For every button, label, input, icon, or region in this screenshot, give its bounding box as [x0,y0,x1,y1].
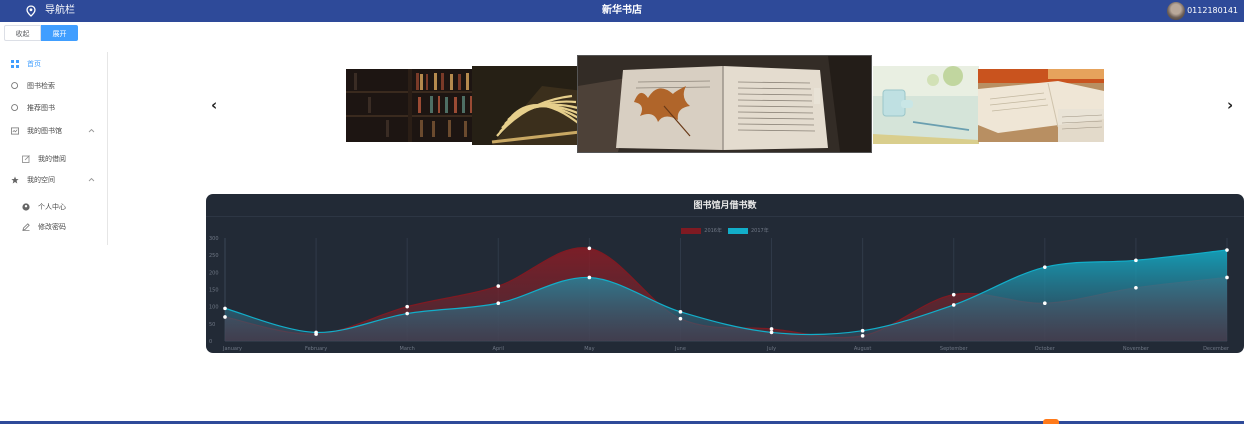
sidebar-item-book-search[interactable]: 图书检索 [0,78,107,94]
x-tick-label: September [940,346,969,352]
x-tick-label: March [400,346,415,352]
sidebar-item-label: 个人中心 [38,203,66,211]
chevron-up-icon [88,176,95,184]
chevron-left-icon[interactable]: ‹ [211,98,217,113]
data-point-0 [769,327,774,331]
grid-icon [11,60,19,68]
data-point-1 [951,303,956,307]
data-point-0 [587,246,592,251]
expand-button[interactable]: 展开 [41,25,78,41]
sidebar-item-label: 推荐图书 [27,104,55,112]
user-id: 0112180141 [1187,6,1238,15]
data-point-0 [1134,285,1138,290]
y-tick-label: 250 [209,253,219,259]
data-point-0 [405,304,409,309]
carousel-slide[interactable] [978,69,1104,142]
x-tick-label: August [854,346,872,352]
x-tick-label: October [1035,346,1056,352]
sidebar-item-label: 我的借阅 [38,155,66,163]
sidebar-item-personal-center[interactable]: 个人中心 [0,199,107,215]
data-point-1 [860,328,865,333]
data-point-0 [1225,275,1229,280]
data-point-1 [405,311,409,316]
search-icon [11,104,19,112]
pen-icon [22,223,30,231]
y-tick-label: 50 [209,322,215,328]
sidebar-item-recommended[interactable]: 推荐图书 [0,100,107,116]
sidebar-item-label: 我的空间 [27,176,55,184]
data-point-1 [496,301,501,306]
y-tick-label: 0 [209,339,212,345]
user-icon [22,203,30,211]
data-point-0 [951,292,956,297]
data-point-0 [678,316,683,321]
carousel-slide[interactable] [346,69,476,142]
sidebar-item-change-password[interactable]: 修改密码 [0,219,107,235]
desk-glass-photo [873,66,979,144]
y-tick-label: 150 [209,288,219,294]
y-tick-label: 100 [209,305,219,311]
data-point-1 [1134,258,1138,263]
sidebar-item-my-space[interactable]: 我的空间 [0,172,107,188]
sidebar-item-label: 图书检索 [27,82,55,90]
x-tick-label: February [305,346,327,352]
data-point-1 [314,330,318,335]
search-icon [11,82,19,90]
carousel-slide[interactable] [472,66,583,145]
data-point-1 [769,330,774,335]
x-tick-label: June [674,346,686,352]
x-tick-label: December [1203,346,1230,352]
area-chart: 300 250 200 150 100 50 0 January February March Ap… [209,236,1230,352]
data-point-0 [860,334,865,338]
sidebar-item-my-borrowing[interactable]: 我的借阅 [0,151,107,167]
app-title: 新华书店 [602,5,642,16]
sidebar-item-label: 首页 [27,60,41,68]
top-navbar: 导航栏 新华书店 0112180141 [0,0,1244,22]
open-book-leaf-photo [578,56,871,152]
sidebar: 首页 图书检索 推荐图书 我的图书馆 我的借阅 我的空间 个人中心 修改密码 [0,52,108,245]
library-icon [11,127,19,135]
chart-panel: 图书馆月借书数 2016年 2017年 300 250 200 150 100 50 0 Ja… [206,194,1244,353]
y-tick-label: 200 [209,270,219,276]
open-book-pages-photo [472,66,583,145]
collapse-button[interactable]: 收起 [4,25,41,41]
carousel-slide[interactable] [873,66,979,144]
data-point-0 [496,284,501,288]
edit-icon [22,155,30,163]
data-point-1 [587,275,592,280]
x-tick-label: May [584,346,594,352]
avatar[interactable] [1167,2,1186,20]
series-area-1 [225,250,1227,341]
user-menu[interactable]: 0112180141 [1167,2,1238,20]
x-tick-label: November [1123,346,1150,352]
bookshelf-photo [346,69,476,142]
star-icon [11,176,19,184]
sidebar-item-label: 我的图书馆 [27,127,62,135]
carousel-slide-active[interactable] [577,55,872,153]
data-point-1 [1043,265,1047,269]
data-point-1 [1225,248,1229,252]
sidebar-item-home[interactable]: 首页 [0,56,107,72]
image-carousel: ‹ › [205,55,1244,155]
chevron-up-icon [88,127,95,135]
data-point-0 [223,315,227,319]
chevron-right-icon[interactable]: › [1227,98,1233,113]
sidebar-toggle-group: 收起 展开 [4,25,78,41]
footer-accent [1043,419,1059,424]
data-point-0 [1043,301,1047,306]
y-tick-label: 300 [209,236,219,242]
data-point-1 [223,306,227,311]
sidebar-item-my-library[interactable]: 我的图书馆 [0,123,107,139]
book-on-table-photo [978,69,1104,142]
x-tick-label: January [222,346,242,352]
data-point-1 [678,310,683,314]
x-tick-label: April [493,346,504,352]
sidebar-item-label: 修改密码 [38,223,66,231]
x-tick-label: July [766,346,776,352]
